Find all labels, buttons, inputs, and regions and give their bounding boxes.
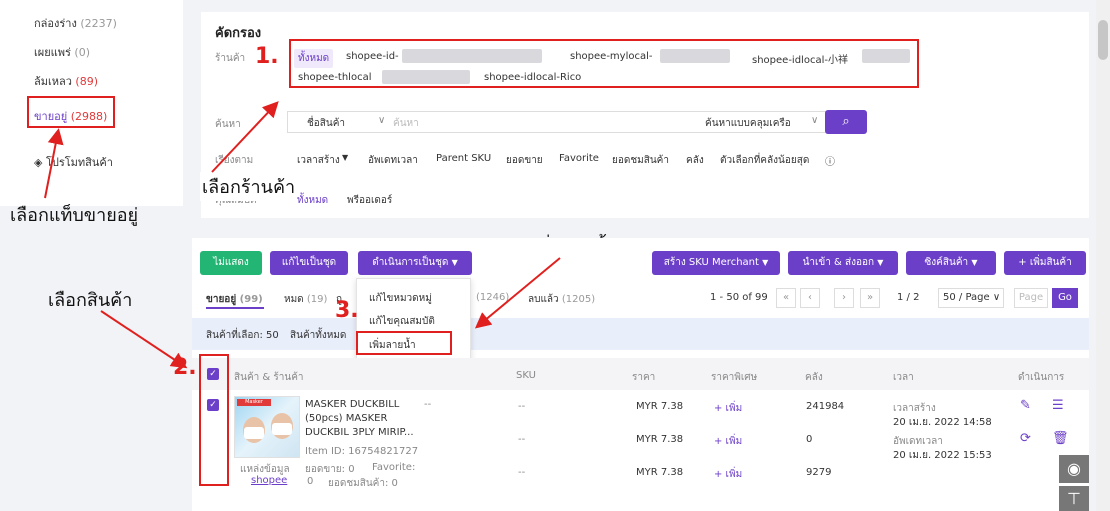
- arrow-to-checkbox: [100, 310, 188, 369]
- arrow-to-selling-tab: [44, 128, 64, 199]
- annotation-arrows: [44, 101, 561, 369]
- arrow-to-watermark: [474, 257, 561, 329]
- arrow-to-store-list: [211, 101, 279, 173]
